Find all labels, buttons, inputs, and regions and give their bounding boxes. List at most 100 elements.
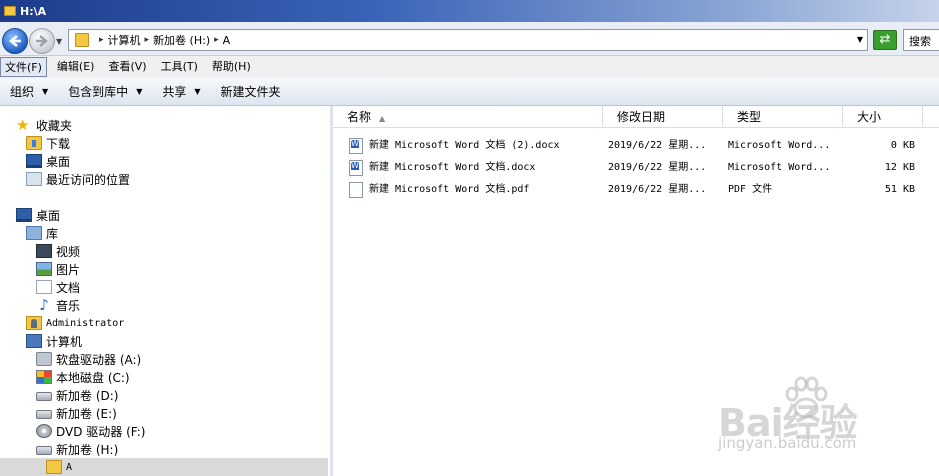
include-in-library-label: 包含到库中	[68, 85, 129, 99]
back-button[interactable]	[2, 28, 28, 54]
nav-item-volume-e[interactable]: 新加卷 (E:)	[36, 404, 117, 422]
forward-button[interactable]	[29, 28, 55, 54]
nav-item-libraries[interactable]: 库	[26, 224, 58, 242]
menu-view[interactable]: 查看(V)	[104, 57, 150, 77]
column-type[interactable]: 类型	[723, 106, 843, 128]
nav-item-administrator[interactable]: Administrator	[26, 314, 124, 332]
search-input[interactable]: 搜索	[903, 29, 939, 51]
video-icon	[36, 244, 52, 258]
breadcrumb-volume-h[interactable]: 新加卷 (H:)	[153, 32, 210, 48]
file-name: 新建 Microsoft Word 文档 (2).docx	[369, 140, 560, 151]
refresh-button[interactable]: ⇄	[873, 30, 897, 50]
menu-help[interactable]: 帮助(H)	[208, 57, 255, 77]
nav-label: 下载	[46, 136, 71, 151]
chevron-down-icon: ▼	[42, 87, 49, 96]
nav-item-downloads[interactable]: 下载	[26, 134, 70, 152]
nav-label: 计算机	[46, 334, 83, 349]
column-header: 名称 ▲ 修改日期 类型 大小	[333, 106, 939, 128]
include-in-library-button[interactable]: 包含到库中 ▼	[58, 80, 152, 104]
nav-item-volume-d[interactable]: 新加卷 (D:)	[36, 386, 118, 404]
nav-item-folder-a[interactable]: A	[0, 458, 328, 476]
arrow-left-icon	[9, 35, 21, 47]
nav-label: 软盘驱动器 (A:)	[56, 352, 142, 367]
file-date: 2019/6/22 星期...	[608, 140, 707, 151]
file-size: 0 KB	[890, 140, 915, 151]
file-name: 新建 Microsoft Word 文档.docx	[369, 162, 536, 173]
history-dropdown-icon[interactable]: ▼	[56, 37, 62, 46]
nav-item-documents[interactable]: 文档	[36, 278, 80, 296]
nav-item-desktop-favorite[interactable]: 桌面	[26, 152, 70, 170]
file-type: PDF 文件	[728, 184, 773, 195]
nav-label: 桌面	[36, 208, 61, 223]
drive-icon	[36, 392, 52, 401]
breadcrumb-folder-a[interactable]: A	[223, 34, 231, 47]
floppy-drive-icon	[36, 352, 52, 366]
address-dropdown-icon[interactable]: ▼	[857, 35, 863, 44]
chevron-right-icon[interactable]: ▸	[214, 35, 219, 45]
nav-item-computer[interactable]: 计算机	[26, 332, 82, 350]
breadcrumb-computer[interactable]: 计算机	[108, 32, 141, 48]
chevron-right-icon[interactable]: ▸	[145, 35, 150, 45]
file-name: 新建 Microsoft Word 文档.pdf	[369, 184, 530, 195]
organize-button[interactable]: 组织 ▼	[0, 80, 58, 104]
user-folder-icon	[26, 316, 42, 330]
nav-label: 文档	[56, 280, 81, 295]
nav-item-recent-places[interactable]: 最近访问的位置	[26, 170, 130, 188]
word-icon	[349, 138, 363, 154]
baidu-watermark: Bai经验 jingyan.baidu.com	[718, 372, 918, 462]
nav-label: 本地磁盘 (C:)	[56, 370, 130, 385]
new-folder-button[interactable]: 新建文件夹	[211, 80, 291, 104]
recent-places-icon	[26, 172, 42, 186]
command-bar: 组织 ▼ 包含到库中 ▼ 共享 ▼ 新建文件夹	[0, 78, 939, 106]
nav-label: 桌面	[46, 154, 71, 169]
word-icon	[349, 160, 363, 176]
organize-label: 组织	[10, 85, 35, 99]
nav-label: 视频	[56, 244, 81, 259]
drive-icon	[36, 410, 52, 419]
column-size[interactable]: 大小	[843, 106, 923, 128]
nav-item-desktop[interactable]: 桌面	[16, 206, 60, 224]
arrow-right-icon	[36, 35, 48, 47]
menu-file[interactable]: 文件(F)	[0, 57, 47, 77]
file-row[interactable]: 新建 Microsoft Word 文档.docx 2019/6/22 星期..…	[333, 157, 939, 179]
desktop-icon	[26, 154, 42, 168]
column-date[interactable]: 修改日期	[603, 106, 723, 128]
desktop-icon	[16, 208, 32, 222]
title-bar: H:\A	[0, 0, 939, 22]
nav-item-music[interactable]: ♪ 音乐	[36, 296, 80, 314]
downloads-folder-icon	[26, 136, 42, 150]
refresh-icon: ⇄	[879, 32, 891, 47]
navigation-pane: ★ 收藏夹 下载 桌面 最近访问的位置 桌面 库 视频 图片 文档 ♪ 音乐 Adm…	[0, 106, 330, 476]
nav-label: A	[66, 461, 73, 473]
picture-icon	[36, 262, 52, 276]
file-size: 12 KB	[884, 162, 915, 173]
nav-item-favorites[interactable]: ★ 收藏夹	[16, 116, 72, 134]
nav-item-videos[interactable]: 视频	[36, 242, 80, 260]
file-type: Microsoft Word...	[728, 162, 831, 173]
nav-label: 新加卷 (H:)	[56, 442, 119, 457]
nav-label: 最近访问的位置	[46, 172, 131, 187]
menu-tools[interactable]: 工具(T)	[157, 57, 202, 77]
window-title: H:\A	[20, 4, 47, 18]
menu-edit[interactable]: 编辑(E)	[53, 57, 99, 77]
file-row[interactable]: 新建 Microsoft Word 文档 (2).docx 2019/6/22 …	[333, 135, 939, 157]
sort-ascending-icon: ▲	[379, 114, 386, 123]
share-button[interactable]: 共享 ▼	[152, 80, 210, 104]
chevron-right-icon[interactable]: ▸	[99, 35, 104, 45]
nav-item-local-disk-c[interactable]: 本地磁盘 (C:)	[36, 368, 130, 386]
nav-item-dvd-drive[interactable]: DVD 驱动器 (F:)	[36, 422, 146, 440]
file-size: 51 KB	[884, 184, 915, 195]
nav-item-pictures[interactable]: 图片	[36, 260, 80, 278]
address-bar[interactable]: ▸ 计算机 ▸ 新加卷 (H:) ▸ A ▼	[68, 29, 868, 51]
computer-icon	[26, 334, 42, 348]
nav-item-floppy-drive[interactable]: 软盘驱动器 (A:)	[36, 350, 141, 368]
dvd-drive-icon	[36, 424, 52, 438]
file-type: Microsoft Word...	[728, 140, 831, 151]
document-icon	[36, 280, 52, 294]
menu-bar: 文件(F) 编辑(E) 查看(V) 工具(T) 帮助(H)	[0, 56, 939, 78]
nav-label: 音乐	[56, 298, 81, 313]
file-row[interactable]: 新建 Microsoft Word 文档.pdf 2019/6/22 星期...…	[333, 179, 939, 201]
nav-item-volume-h[interactable]: 新加卷 (H:)	[36, 440, 118, 458]
column-name[interactable]: 名称 ▲	[333, 106, 603, 128]
nav-label: 新加卷 (D:)	[56, 388, 119, 403]
